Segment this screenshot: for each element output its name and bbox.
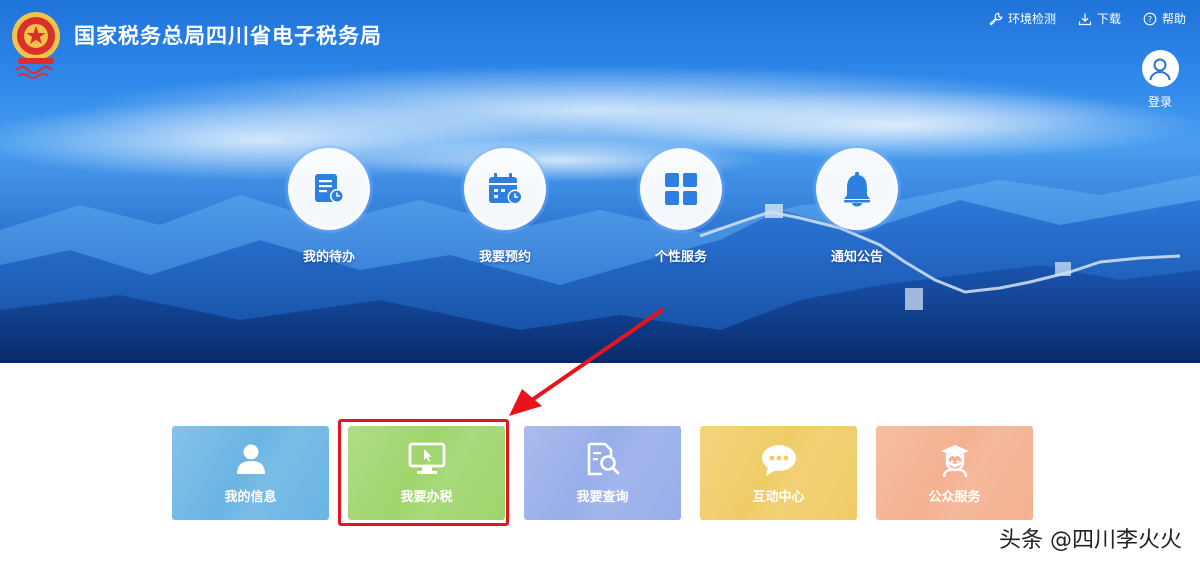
tile-public-service[interactable]: 公众服务 [876,426,1033,520]
hero-banner: 国家税务总局四川省电子税务局 环境检测 下载 ? 帮助 登录 我的待办 我要预约… [0,0,1200,363]
chat-icon [761,445,796,476]
avatar [1141,50,1179,87]
todo-icon [315,174,344,203]
download-link[interactable]: 下载 [1078,10,1121,27]
download-label: 下载 [1096,12,1121,26]
tile-my-info[interactable]: 我的信息 [172,426,329,520]
hero-item-my-todo[interactable]: 我的待办 [287,148,371,265]
tile-label-interaction-center: 互动中心 [752,490,805,505]
hero-label-my-todo: 我的待办 [302,250,355,265]
hero-label-notice: 通知公告 [830,250,883,265]
wrench-icon [989,12,1003,26]
monitor-icon [408,442,445,474]
hero-label-appointment: 我要预约 [478,250,531,265]
svg-text:?: ? [1148,15,1152,24]
top-links: 环境检测 下载 ? 帮助 [989,10,1186,27]
search-document-icon [587,442,619,476]
tile-label-query: 我要查询 [576,490,629,505]
tile-tax-handling[interactable]: 我要办税 [348,426,505,520]
tile-label-tax-handling: 我要办税 [400,490,453,505]
tile-query[interactable]: 我要查询 [524,426,681,520]
environment-check-link[interactable]: 环境检测 [989,10,1056,27]
site-title: 国家税务总局四川省电子税务局 [74,24,382,48]
help-link[interactable]: ? 帮助 [1143,10,1186,27]
help-icon: ? [1143,12,1157,25]
hero-item-notice[interactable]: 通知公告 [815,148,899,265]
tile-interaction-center[interactable]: 互动中心 [700,426,857,520]
environment-check-label: 环境检测 [1007,12,1056,26]
hero-item-personal-service[interactable]: 个性服务 [639,148,723,265]
watermark-prefix: 头条 [998,528,1043,553]
tile-label-my-info: 我的信息 [224,490,277,505]
watermark: 头条 @四川李火火 [999,522,1182,554]
hero-label-personal-service: 个性服务 [654,250,707,265]
grid-icon [665,173,697,205]
user-icon [236,444,265,474]
hero-item-appointment[interactable]: 我要预约 [463,148,547,265]
emblem-icon [12,12,60,79]
tax-bureau-emblem[interactable] [8,10,64,80]
graduate-icon [940,445,969,478]
help-label: 帮助 [1161,12,1186,26]
mountain-background [0,65,1200,363]
watermark-handle: @四川李火火 [1049,528,1182,553]
bell-icon [844,172,870,207]
user-avatar-icon [1149,58,1171,80]
download-icon [1078,13,1092,25]
tile-label-public-service: 公众服务 [928,490,981,505]
login-label: 登录 [1147,95,1172,109]
calendar-icon [489,173,523,205]
login-button[interactable]: 登录 [1140,50,1180,110]
